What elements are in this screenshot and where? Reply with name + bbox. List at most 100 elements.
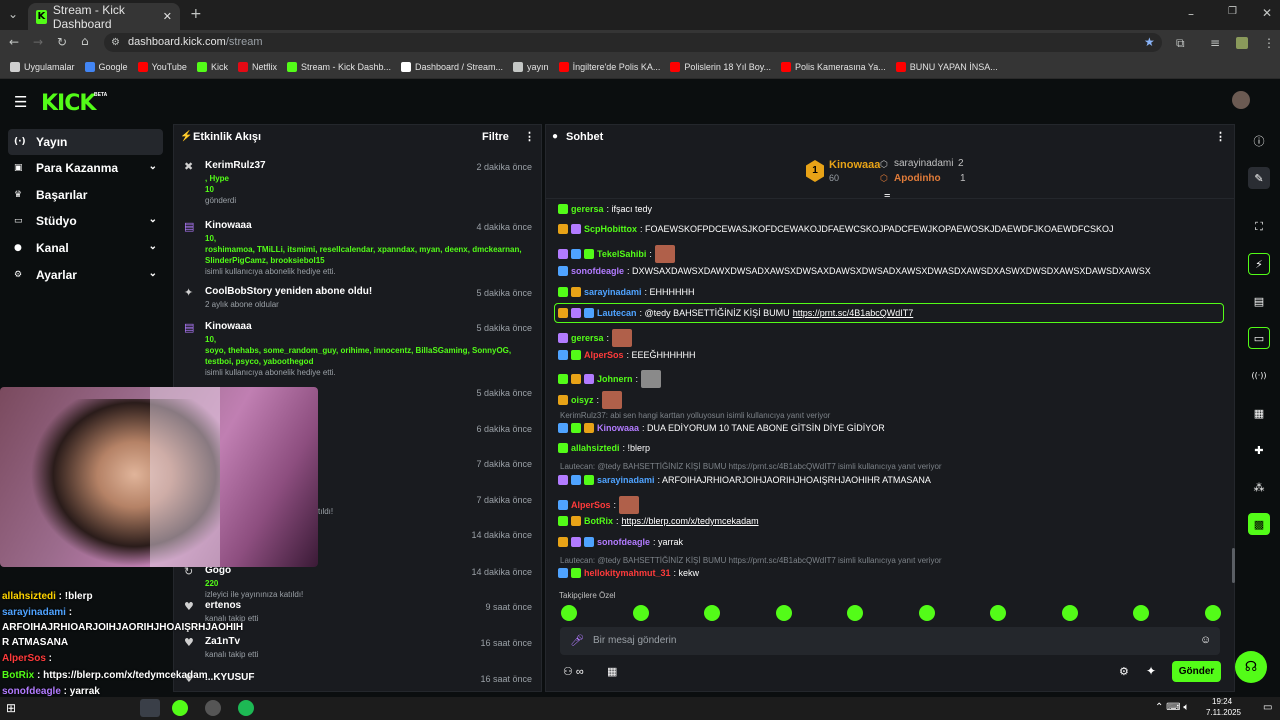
avatar[interactable] (1232, 91, 1250, 109)
microphone-icon[interactable]: 🎤︎ (570, 634, 584, 647)
bookmark-item[interactable]: yayın (513, 61, 549, 72)
chat-username[interactable]: gerersa (571, 333, 604, 343)
emote-button[interactable] (990, 605, 1006, 621)
notifications-icon[interactable]: ▭ (1263, 702, 1272, 713)
profile-icon[interactable] (1236, 37, 1248, 49)
chat-input-placeholder[interactable]: Bir mesaj gönderin (593, 635, 676, 646)
bookmark-item[interactable]: Polis Kamerasına Ya... (781, 61, 886, 72)
chevron-down-icon[interactable]: ⌄ (149, 161, 157, 172)
chat-username[interactable]: sarayinadami (597, 475, 655, 485)
filter-button[interactable]: Filtre (482, 131, 509, 143)
info-icon[interactable]: ⓘ (1248, 130, 1270, 152)
leader-3-name[interactable]: Apodinho (894, 173, 941, 184)
bookmark-item[interactable]: Google (84, 61, 128, 72)
emote-button[interactable] (1133, 605, 1149, 621)
store-icon[interactable]: ▦ (607, 665, 617, 678)
chat-username[interactable]: Johnern (597, 374, 633, 384)
wrench-icon[interactable]: ✚ (1248, 439, 1270, 461)
emote-button[interactable] (632, 605, 649, 621)
chat-username[interactable]: sarayinadami (584, 287, 642, 297)
leader-2-name[interactable]: sarayinadami (894, 158, 953, 169)
event-user[interactable]: ertenos (205, 600, 241, 611)
emote-button[interactable] (704, 605, 720, 621)
minimize-icon[interactable]: – (1188, 7, 1194, 21)
emote-button[interactable] (847, 605, 863, 621)
emote-button[interactable] (775, 605, 792, 621)
bookmark-item[interactable]: YouTube (137, 61, 187, 72)
event-user[interactable]: Kinowaaa (205, 220, 252, 231)
tab-search-icon[interactable]: ⌄ (8, 7, 18, 21)
bookmark-item[interactable]: Polislerin 18 Yıl Boy... (670, 61, 771, 72)
chat-username[interactable]: sonofdeagle (571, 266, 624, 276)
event-item[interactable]: ♥ Za1nTv 16 saat önce kanalı takip etti (178, 634, 535, 668)
system-tray-icons[interactable]: ⌃ ⌨ 🔈︎ (1155, 702, 1189, 713)
chat-username[interactable]: BotRix (584, 516, 613, 526)
chat-username[interactable]: ScpHobittox (584, 224, 637, 234)
event-item[interactable]: ▤ Kinowaaa 4 dakika önce 10, roshimamoa, TMi… (178, 218, 535, 276)
bolt-icon[interactable]: ⚡ (1248, 253, 1270, 275)
chat-settings-icon[interactable]: ⚙ (1119, 665, 1129, 678)
nodes-icon[interactable]: ⁂ (1248, 476, 1270, 498)
extensions-icon[interactable]: ⧉ (1176, 36, 1185, 51)
chat-scrollbar[interactable] (1232, 548, 1235, 583)
broadcast-icon[interactable]: ((·)) (1248, 364, 1270, 386)
chat-username[interactable]: TekelSahibi (597, 249, 646, 259)
forward-icon[interactable]: → (33, 35, 43, 49)
sidebar-item-3[interactable]: ▭ Stüdyo ⌄ (8, 208, 163, 234)
spotify-taskbar-icon[interactable] (238, 700, 254, 716)
chat-username[interactable]: oisyz (571, 395, 594, 405)
maximize-icon[interactable]: ❐ (1228, 6, 1237, 17)
activity-menu-icon[interactable]: ⋮ (524, 130, 535, 143)
reading-list-icon[interactable]: ≡ (1210, 36, 1220, 50)
emote-button[interactable] (561, 605, 577, 621)
chat-username[interactable]: sonofdeagle (597, 537, 650, 547)
edit-icon[interactable]: ✎ (1248, 167, 1270, 189)
chat-tools-icon[interactable]: ⚇ ∞ (563, 665, 584, 678)
hamburger-menu-icon[interactable]: ☰ (14, 93, 27, 111)
kick-logo[interactable]: KICK (41, 91, 96, 116)
gift-icon[interactable]: ✦ (1146, 664, 1156, 678)
event-item[interactable]: ✖ KerimRulz37 2 dakika önce , Hype 10 gönderd… (178, 158, 535, 205)
chat-username[interactable]: allahsiztedi (571, 443, 620, 453)
sidebar-item-0[interactable]: (·) Yayın (8, 129, 163, 155)
url-field[interactable]: ⚙ dashboard.kick.com/stream ★ (104, 33, 1162, 52)
sidebar-item-5[interactable]: ⚙ Ayarlar ⌄ (8, 262, 163, 288)
sidebar-item-1[interactable]: ▣ Para Kazanma ⌄ (8, 155, 163, 181)
emote-button[interactable] (1061, 605, 1078, 621)
event-user[interactable]: KerimRulz37 (205, 160, 266, 171)
event-item[interactable]: ▤ Kinowaaa 5 dakika önce 10, soyo, thehabs, … (178, 319, 535, 377)
event-user[interactable]: CoolBobStory yeniden abone oldu! (205, 286, 372, 297)
site-info-icon[interactable]: ⚙ (111, 33, 120, 52)
bookmark-item[interactable]: Netflix (237, 61, 277, 72)
bookmark-item[interactable]: İngiltere'de Polis KA... (558, 61, 660, 72)
bookmark-item[interactable]: Uygulamalar (10, 61, 75, 72)
chevron-down-icon[interactable]: ⌄ (149, 241, 157, 252)
chat-username[interactable]: gerersa (571, 204, 604, 214)
leader-1-name[interactable]: Kinowaaa (829, 159, 880, 171)
clapper-icon[interactable]: ▩ (1248, 513, 1270, 535)
reload-icon[interactable]: ↻ (57, 35, 67, 49)
home-icon[interactable]: ⌂ (81, 34, 89, 48)
send-button[interactable]: Gönder (1172, 661, 1221, 682)
document-icon[interactable]: ▤ (1248, 290, 1270, 312)
obs-taskbar-icon[interactable] (205, 700, 221, 716)
chat-link[interactable]: https://blerp.com/x/tedymcekadam (622, 516, 759, 526)
emoji-picker-icon[interactable]: ☺ (1200, 634, 1211, 646)
event-user[interactable]: ...KYUSUF (205, 672, 254, 683)
window-close-icon[interactable]: ✕ (1262, 6, 1272, 20)
sidebar-item-2[interactable]: ♛ Başarılar (8, 182, 163, 208)
chevron-down-icon[interactable]: ⌄ (149, 214, 157, 225)
chat-username[interactable]: AlperSos (584, 350, 624, 360)
event-item[interactable]: ✦ CoolBobStory yeniden abone oldu! 5 dakik… (178, 284, 535, 318)
crop-icon[interactable]: ⛶ (1248, 216, 1270, 238)
bookmark-star-icon[interactable]: ★ (1144, 33, 1155, 52)
emote-button[interactable] (918, 605, 935, 621)
chat-username[interactable]: AlperSos (571, 500, 611, 510)
chrome-menu-icon[interactable]: ⋮ (1263, 36, 1275, 50)
windows-start-icon[interactable]: ⊞ (6, 701, 16, 715)
layers-icon[interactable]: ▦ (1248, 402, 1270, 424)
chevron-down-icon[interactable]: ⌄ (149, 268, 157, 279)
tab-close-icon[interactable]: ✕ (163, 10, 172, 23)
event-item[interactable]: ↻ Gogo 14 dakika önce 220 izleyici ile yayın… (178, 563, 535, 599)
chat-username[interactable]: hellokitymahmut_31 (584, 568, 671, 578)
